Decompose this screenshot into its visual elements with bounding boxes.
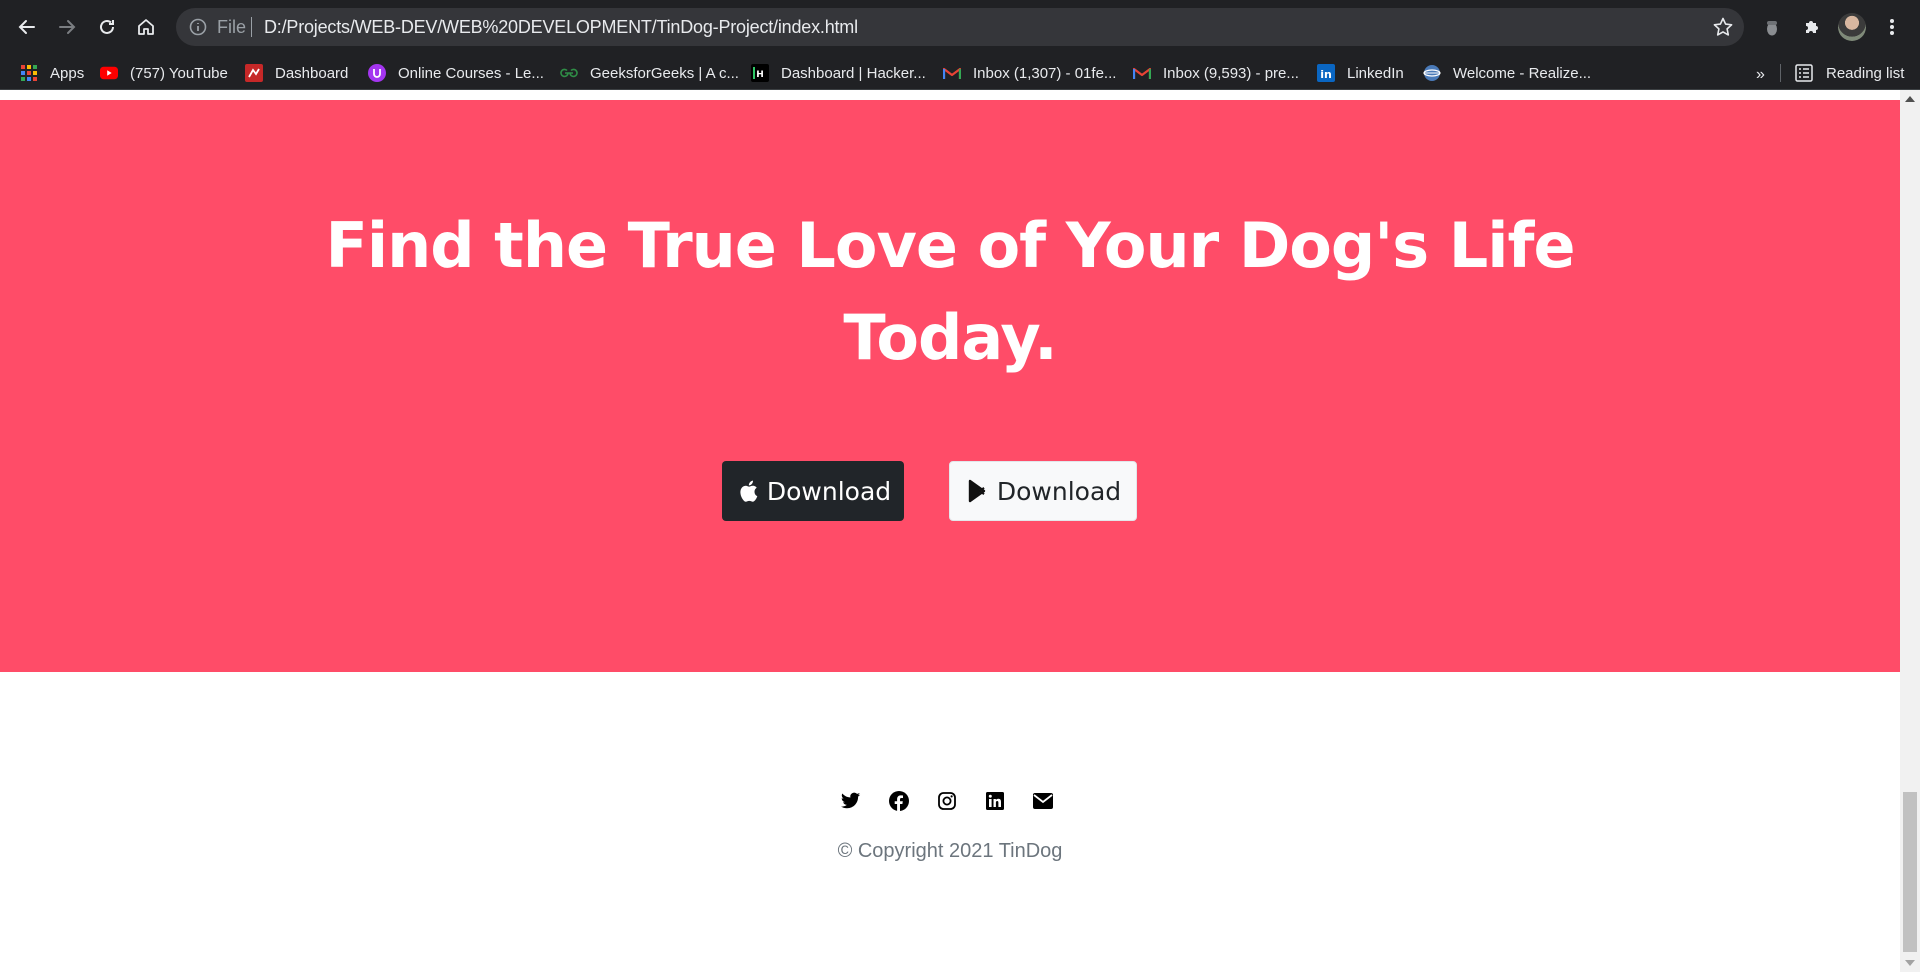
- google-play-icon: [965, 477, 991, 505]
- chrome-menu-button[interactable]: [1880, 15, 1904, 39]
- bookmark-welcome[interactable]: Welcome - Realize...: [1423, 63, 1591, 83]
- udemy-icon: [368, 64, 386, 82]
- kebab-menu-icon: [1890, 19, 1894, 35]
- page-scrollbar[interactable]: [1900, 90, 1920, 972]
- bookmark-geeksforgeeks[interactable]: GeeksforGeeks | A c...: [560, 63, 739, 83]
- scroll-down-arrow-icon[interactable]: [1905, 960, 1915, 966]
- bookmark-label: (757) YouTube: [130, 64, 228, 82]
- footer-social-links: [840, 790, 1060, 814]
- bookmark-hackerrank[interactable]: H Dashboard | Hacker...: [751, 63, 926, 83]
- bookmarks-bar: Apps (757) YouTube Dashboard Online Cour…: [0, 54, 1920, 90]
- bookmark-apps[interactable]: Apps: [20, 63, 84, 83]
- bookmark-dashboard[interactable]: Dashboard: [245, 63, 348, 83]
- bookmark-label: GeeksforGeeks | A c...: [590, 64, 739, 82]
- youtube-icon: [100, 64, 118, 82]
- info-icon[interactable]: [188, 17, 208, 37]
- url-text[interactable]: D:/Projects/WEB-DEV/WEB%20DEVELOPMENT/Ti…: [264, 17, 858, 37]
- arrow-right-icon: [59, 20, 76, 34]
- apps-grid-icon: [20, 64, 38, 82]
- facebook-icon[interactable]: [888, 790, 910, 812]
- profile-avatar[interactable]: [1838, 13, 1866, 41]
- twitter-icon[interactable]: [840, 790, 862, 812]
- puzzle-icon: [1806, 21, 1818, 33]
- reading-list-icon: [1794, 63, 1814, 83]
- svg-text:H: H: [756, 70, 764, 80]
- google-play-download-label: Download: [996, 476, 1122, 506]
- bookmark-label: Dashboard | Hacker...: [781, 64, 926, 82]
- bookmark-online-courses[interactable]: Online Courses - Le...: [368, 63, 544, 83]
- linkedin-icon[interactable]: [984, 790, 1006, 812]
- arrow-left-icon: [18, 20, 35, 34]
- cta-section: Find the True Love of Your Dog's Life To…: [0, 100, 1900, 672]
- bookmark-inbox-2[interactable]: Inbox (9,593) - pre...: [1133, 63, 1299, 83]
- svg-text:in: in: [1320, 68, 1332, 81]
- cta-title: Find the True Love of Your Dog's Life To…: [325, 209, 1575, 374]
- gmail-icon: [943, 64, 961, 82]
- home-button[interactable]: [128, 9, 164, 45]
- extension-acorn-icon: [1767, 21, 1777, 36]
- forward-button[interactable]: [49, 9, 85, 45]
- reload-icon: [100, 19, 114, 34]
- omnibox-divider: [251, 17, 252, 37]
- browser-toolbar: File D:/Projects/WEB-DEV/WEB%20DEVELOPME…: [0, 0, 1920, 54]
- bookmark-label: Inbox (1,307) - 01fe...: [973, 64, 1117, 82]
- home-icon: [138, 19, 154, 35]
- apple-download-button[interactable]: Download: [722, 461, 904, 521]
- back-button[interactable]: [9, 9, 45, 45]
- scroll-up-arrow-icon[interactable]: [1905, 96, 1915, 102]
- bookmark-label: Dashboard: [275, 64, 349, 82]
- reading-list-label: Reading list: [1826, 64, 1905, 82]
- extension-button[interactable]: [1760, 15, 1784, 39]
- reading-list-button[interactable]: Reading list: [1794, 63, 1904, 83]
- bookmarks-overflow-button[interactable]: »: [1756, 66, 1765, 84]
- bookmarks-divider: [1780, 64, 1781, 82]
- dashboard-icon: [245, 64, 263, 82]
- geeksforgeeks-icon: [560, 64, 578, 82]
- hackerrank-icon: H: [751, 64, 769, 82]
- bookmark-linkedin[interactable]: in LinkedIn: [1317, 63, 1404, 83]
- instagram-icon[interactable]: [936, 790, 958, 812]
- address-bar[interactable]: File D:/Projects/WEB-DEV/WEB%20DEVELOPME…: [176, 8, 1744, 46]
- globe-icon: [1423, 64, 1441, 82]
- bookmark-label: Online Courses - Le...: [398, 64, 544, 82]
- bookmark-label: Inbox (9,593) - pre...: [1163, 64, 1299, 82]
- bookmark-label: LinkedIn: [1347, 64, 1404, 82]
- copyright-text: © Copyright 2021 TinDog: [837, 840, 1063, 862]
- gmail-icon: [1133, 64, 1151, 82]
- star-icon[interactable]: [1712, 16, 1734, 38]
- page-viewport: Find the True Love of Your Dog's Life To…: [0, 90, 1900, 972]
- linkedin-icon: in: [1317, 64, 1335, 82]
- bookmark-label: Apps: [50, 64, 85, 82]
- apple-icon: [735, 477, 761, 505]
- bookmark-label: Welcome - Realize...: [1453, 64, 1592, 82]
- envelope-icon[interactable]: [1032, 790, 1054, 812]
- reload-button[interactable]: [89, 9, 125, 45]
- extensions-menu-button[interactable]: [1800, 15, 1824, 39]
- bookmark-youtube[interactable]: (757) YouTube: [100, 63, 228, 83]
- scheme-label: File: [217, 17, 247, 37]
- scrollbar-thumb[interactable]: [1903, 792, 1917, 952]
- bookmark-inbox-1[interactable]: Inbox (1,307) - 01fe...: [943, 63, 1116, 83]
- apple-download-label: Download: [766, 476, 892, 506]
- google-play-download-button[interactable]: Download: [949, 461, 1137, 521]
